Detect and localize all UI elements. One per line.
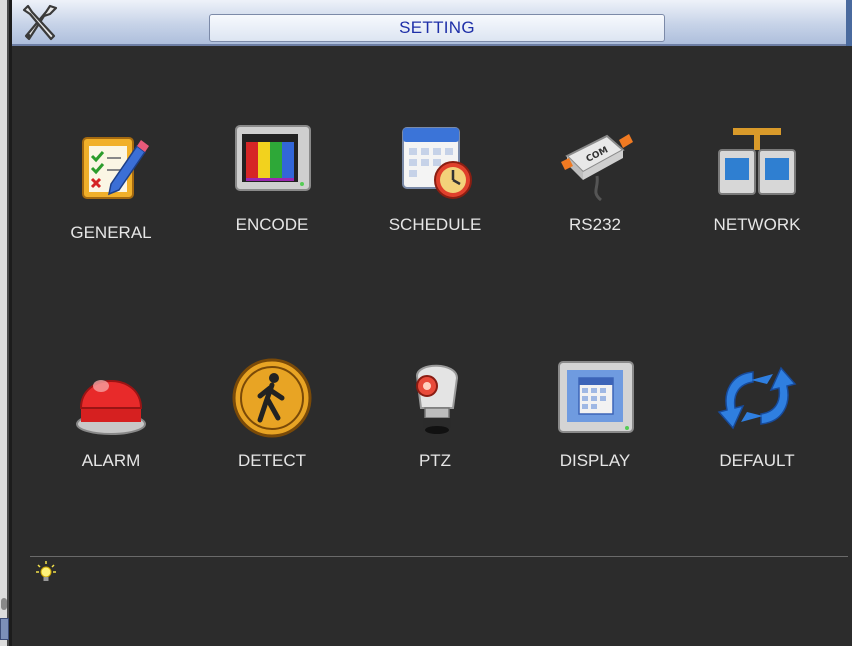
com-port-plug-icon: COM	[561, 134, 633, 202]
calendar-clock-icon	[402, 127, 472, 199]
monitor-grid-icon	[558, 361, 634, 433]
menu-item-network[interactable]: NETWORK	[692, 122, 822, 252]
menu-item-rs232[interactable]: COM RS232	[530, 122, 660, 252]
menu-item-label: GENERAL	[70, 223, 152, 242]
pedestrian-sign-icon	[232, 358, 312, 438]
menu-item-schedule[interactable]: SCHEDULE	[370, 122, 500, 252]
menu-item-label: ALARM	[81, 451, 141, 470]
network-computers-icon	[718, 128, 796, 195]
title-bar: SETTING	[12, 0, 852, 46]
menu-item-general[interactable]: GENERAL	[46, 130, 176, 260]
menu-item-encode[interactable]: ENCODE	[207, 122, 337, 252]
menu-item-ptz[interactable]: PTZ	[370, 358, 500, 488]
menu-item-label: PTZ	[418, 451, 452, 470]
tools-icon	[22, 4, 58, 41]
setting-window: SETTING GENERAL ENCODE SCHEDULE COM RS23…	[9, 0, 852, 646]
menu-item-alarm[interactable]: ALARM	[46, 358, 176, 488]
menu-item-label: ENCODE	[235, 215, 309, 234]
menu-item-label: NETWORK	[713, 215, 801, 234]
menu-item-display[interactable]: DISPLAY	[530, 358, 660, 488]
menu-item-label: SCHEDULE	[388, 215, 482, 234]
menu-item-label: DEFAULT	[719, 451, 795, 470]
left-strip-knob	[1, 598, 7, 610]
title-bar-right-edge	[846, 0, 852, 46]
menu-item-detect[interactable]: DETECT	[207, 358, 337, 488]
taskbar-tab[interactable]	[0, 618, 9, 640]
menu-item-label: DETECT	[238, 451, 306, 470]
tip-divider	[30, 556, 848, 557]
desktop-left-strip	[0, 0, 9, 646]
checklist-pencil-icon	[82, 137, 149, 199]
title-pill: SETTING	[209, 14, 665, 42]
menu-item-label: DISPLAY	[559, 451, 631, 470]
menu-item-label: RS232	[569, 215, 621, 234]
red-alarm-light-icon	[76, 380, 146, 435]
ptz-camera-icon	[415, 364, 459, 434]
color-bars-monitor-icon	[235, 125, 311, 191]
window-title: SETTING	[399, 18, 475, 37]
lightbulb-icon	[36, 561, 56, 581]
menu-item-default[interactable]: DEFAULT	[692, 358, 822, 488]
restore-arrows-icon	[717, 366, 797, 430]
